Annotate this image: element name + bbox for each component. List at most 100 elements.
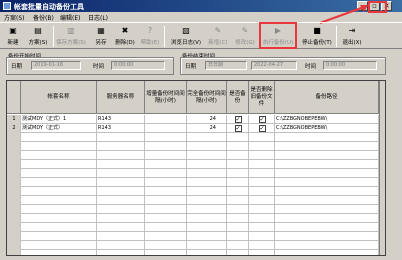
empty-cell xyxy=(145,196,187,205)
menu-log[interactable]: 日志(L) xyxy=(88,13,108,22)
add-button[interactable]: ✎ 新增(C) xyxy=(206,25,230,48)
empty-cell xyxy=(249,232,275,241)
col-full-interval[interactable]: 完全备份时间间隔(小时) xyxy=(187,81,227,114)
cell-backup-path[interactable]: C:\ZZBGNOBEPEBW\ xyxy=(275,124,379,133)
empty-cell xyxy=(249,169,275,178)
cell-server-name[interactable]: R143 xyxy=(97,124,145,133)
empty-cell xyxy=(227,151,249,160)
cell-account-name[interactable]: 测试MDY（正式）1 xyxy=(21,115,97,124)
do-backup-checkbox[interactable]: ✓ xyxy=(234,116,242,123)
delete-old-checkbox[interactable]: ✓ xyxy=(258,116,266,123)
empty-table-row xyxy=(7,241,379,250)
empty-cell xyxy=(21,214,97,223)
cell-server-name[interactable]: R143 xyxy=(97,115,145,124)
col-server-name[interactable]: 服务器名称 xyxy=(97,81,145,114)
empty-cell xyxy=(97,160,145,169)
empty-cell xyxy=(275,133,379,142)
close-button[interactable]: ✕ xyxy=(381,1,392,11)
menu-bar: 方案(S) 备份(B) 编辑(E) 日志(L) xyxy=(0,12,402,22)
empty-cell xyxy=(227,133,249,142)
save-as-button[interactable]: ▦ 另存 xyxy=(92,25,110,48)
start-time-field[interactable]: 0:00:00 xyxy=(111,61,165,70)
view-log-button[interactable]: ▧ 浏览日志(V) xyxy=(170,25,202,48)
end-time-field[interactable]: 0:00:00 xyxy=(323,61,377,70)
end-date-field[interactable]: 2022-04-27 xyxy=(251,61,297,70)
delete-old-checkbox[interactable]: ✓ xyxy=(258,125,266,132)
empty-cell xyxy=(21,151,97,160)
empty-cell xyxy=(97,151,145,160)
empty-cell xyxy=(227,205,249,214)
empty-cell xyxy=(249,205,275,214)
help-icon: ? xyxy=(147,26,153,35)
cell-backup-path[interactable]: C:\ZZBGNOBEPEBW\ xyxy=(275,115,379,124)
empty-table-row xyxy=(7,178,379,187)
run-backup-button[interactable]: ▶ 执行备份(U) xyxy=(261,25,295,48)
maximize-button[interactable]: ▫ xyxy=(369,1,380,11)
menu-backup[interactable]: 备份(B) xyxy=(33,13,54,22)
col-incremental-interval[interactable]: 增量备份时间间隔(小时) xyxy=(145,81,187,114)
row-number-header xyxy=(7,81,21,114)
edit-icon: ✎ xyxy=(241,26,249,35)
cell-do-backup[interactable]: ✓ xyxy=(227,124,249,133)
empty-table-row xyxy=(7,187,379,196)
empty-cell xyxy=(227,142,249,151)
new-button[interactable]: ▣ 新建 xyxy=(4,25,22,48)
col-delete-old[interactable]: 是否删除旧备份文件 xyxy=(249,81,275,114)
view-log-icon: ▧ xyxy=(182,26,190,35)
empty-cell xyxy=(21,205,97,214)
col-backup-path[interactable]: 备份路径 xyxy=(275,81,379,114)
empty-cell xyxy=(187,187,227,196)
empty-cell xyxy=(249,214,275,223)
empty-cell xyxy=(97,187,145,196)
cell-delete-old[interactable]: ✓ xyxy=(249,124,275,133)
edit-button[interactable]: ✎ 修改(G) xyxy=(233,25,257,48)
empty-cell xyxy=(7,160,21,169)
empty-cell xyxy=(145,232,187,241)
toolbar-separator xyxy=(164,26,165,47)
end-date-checkbox[interactable]: 日日期 xyxy=(205,61,247,70)
save-scheme-button[interactable]: ▥ 保存方案(S) xyxy=(56,25,86,48)
cell-full-interval[interactable]: 24 xyxy=(187,115,227,124)
new-icon: ▣ xyxy=(9,26,17,35)
empty-cell xyxy=(275,241,379,250)
start-date-field[interactable]: 2019-01-16 xyxy=(31,61,81,70)
table-row[interactable]: 1 测试MDY（正式）1 R143 24 ✓ ✓ C:\ZZBGNOBEPEBW… xyxy=(7,115,379,124)
cell-do-backup[interactable]: ✓ xyxy=(227,115,249,124)
help-button[interactable]: ? 帮助(E) xyxy=(139,25,161,48)
cell-incremental-interval[interactable] xyxy=(145,124,187,133)
scheme-button[interactable]: ▤ 方案(S) xyxy=(26,25,50,48)
empty-cell xyxy=(249,241,275,250)
menu-edit[interactable]: 编辑(E) xyxy=(60,13,80,22)
empty-cell xyxy=(275,151,379,160)
do-backup-checkbox[interactable]: ✓ xyxy=(234,125,242,132)
vertical-scrollbar[interactable] xyxy=(379,81,385,255)
empty-cell xyxy=(275,205,379,214)
empty-cell xyxy=(21,241,97,250)
col-do-backup[interactable]: 是否备份 xyxy=(227,81,249,114)
save-scheme-icon: ▥ xyxy=(67,26,75,35)
empty-cell xyxy=(97,232,145,241)
menu-scheme[interactable]: 方案(S) xyxy=(4,13,25,22)
cell-account-name[interactable]: 测试MDY（正式） xyxy=(21,124,97,133)
scheme-icon: ▤ xyxy=(34,26,42,35)
cell-delete-old[interactable]: ✓ xyxy=(249,115,275,124)
stop-backup-button[interactable]: ■ 停止备份(T) xyxy=(300,25,334,48)
empty-cell xyxy=(249,178,275,187)
empty-cell xyxy=(21,232,97,241)
cell-full-interval[interactable]: 24 xyxy=(187,124,227,133)
table-row[interactable]: 2 测试MDY（正式） R143 24 ✓ ✓ C:\ZZBGNOBEPEBW\ xyxy=(7,124,379,133)
cell-incremental-interval[interactable] xyxy=(145,115,187,124)
empty-cell xyxy=(7,241,21,250)
empty-cell xyxy=(97,196,145,205)
delete-button[interactable]: ✖ 删除(D) xyxy=(114,25,136,48)
col-account-name[interactable]: 帐套名称 xyxy=(21,81,97,114)
empty-table-row xyxy=(7,223,379,232)
empty-cell xyxy=(249,133,275,142)
empty-cell xyxy=(187,232,227,241)
empty-cell xyxy=(187,223,227,232)
empty-table-row xyxy=(7,151,379,160)
exit-button[interactable]: ⇥ 退出(X) xyxy=(340,25,364,48)
empty-table-row xyxy=(7,169,379,178)
empty-cell xyxy=(97,241,145,250)
empty-cell xyxy=(275,223,379,232)
